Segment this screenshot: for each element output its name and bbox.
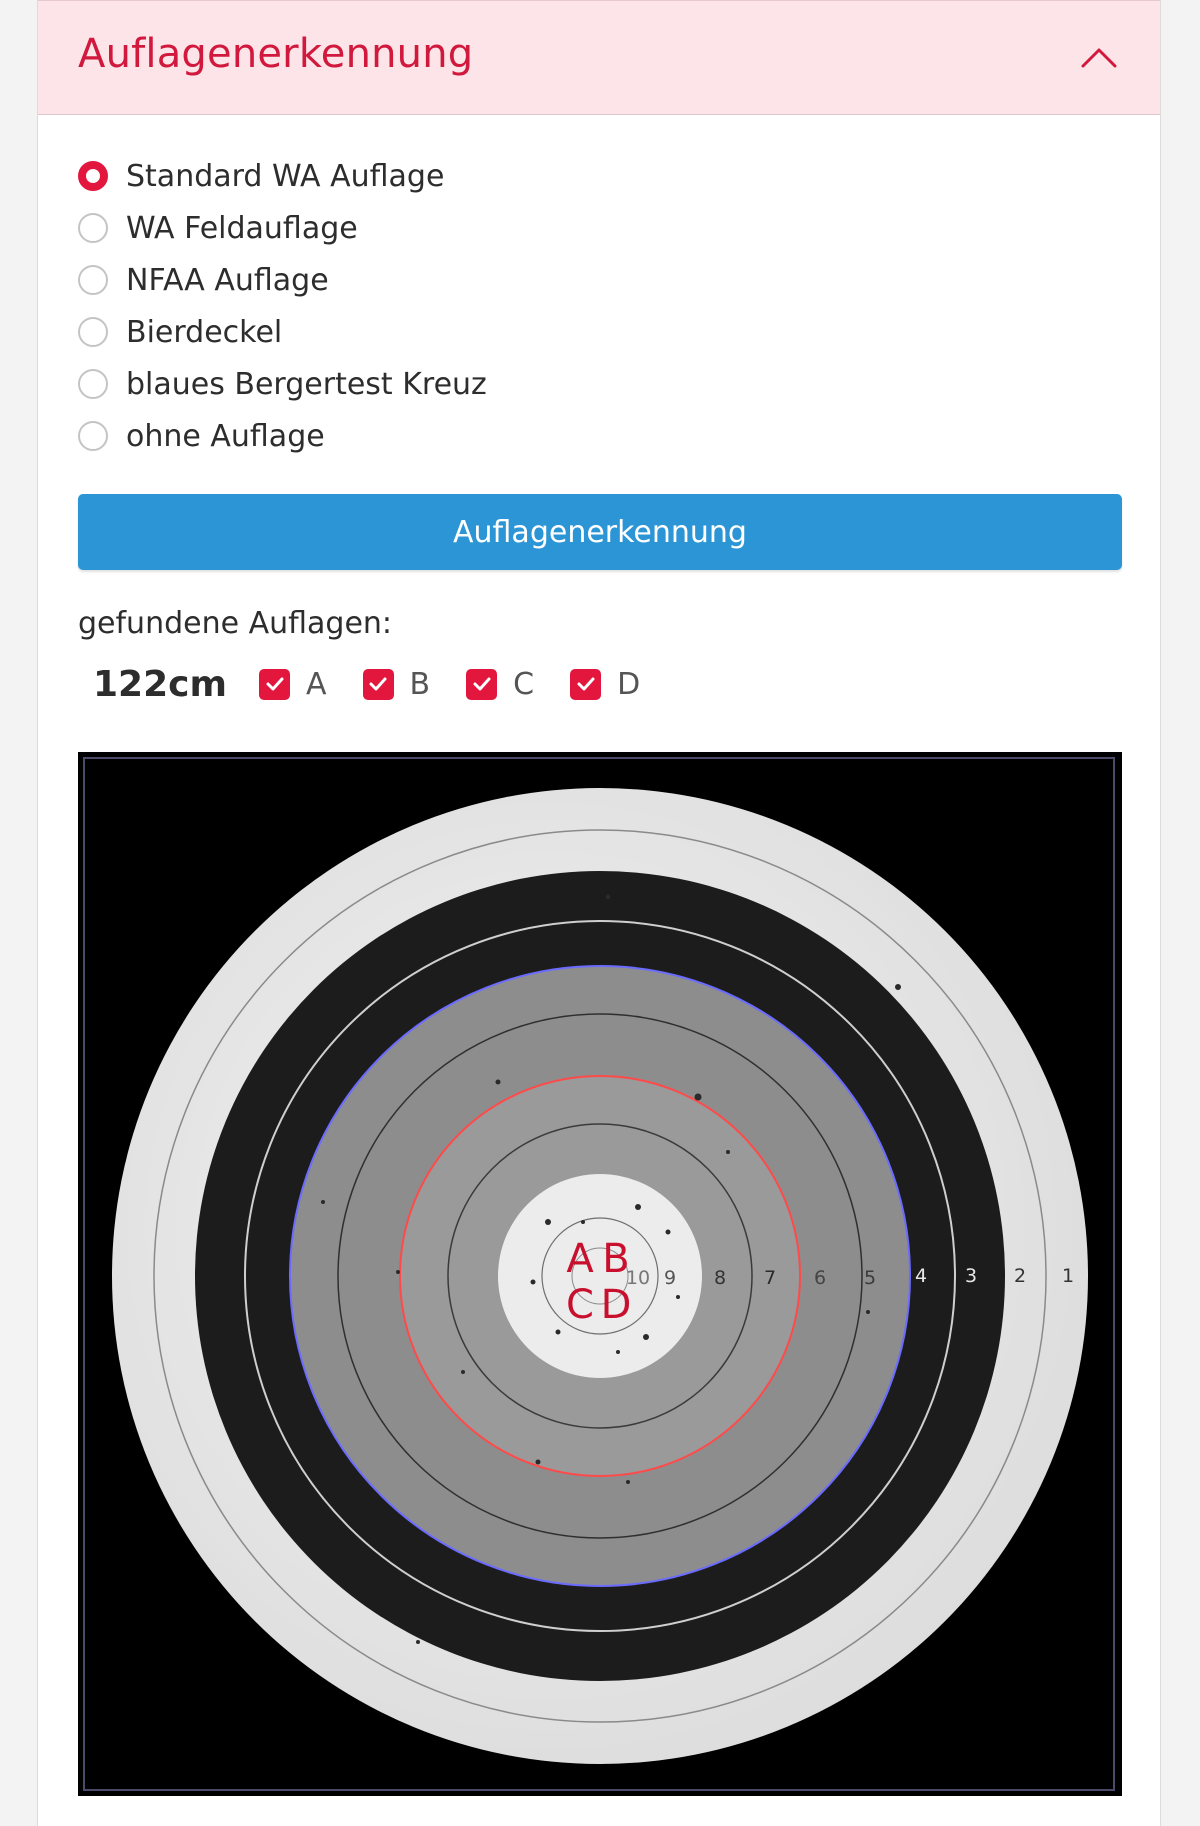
radio-button[interactable] (78, 265, 108, 295)
option-no-target[interactable]: ohne Auflage (78, 410, 487, 462)
target-a-checkbox[interactable]: A (259, 667, 327, 702)
ring-number: 6 (814, 1267, 826, 1289)
ring-number: 1 (1062, 1265, 1074, 1287)
checkbox-label: A (306, 666, 327, 702)
target-face-graphic: 10 9 8 7 6 5 4 3 2 1 A B C D (83, 757, 1115, 1791)
ring-number: 9 (664, 1267, 676, 1289)
target-detection-card: Auflagenerkennung Standard WA Auflage WA… (37, 0, 1161, 1826)
ring-number: 7 (764, 1267, 776, 1289)
target-type-radio-group: Standard WA Auflage WA Feldauflage NFAA … (78, 150, 487, 462)
option-label: blaues Bergertest Kreuz (126, 366, 487, 402)
target-c-checkbox[interactable]: C (466, 667, 534, 702)
option-standard-wa[interactable]: Standard WA Auflage (78, 150, 487, 202)
chevron-up-icon[interactable] (1077, 36, 1121, 80)
radio-button[interactable] (78, 161, 108, 191)
panel-title: Auflagenerkennung (78, 31, 474, 77)
found-targets-label: gefundene Auflagen: (78, 606, 393, 641)
found-targets-row: 122cm A B C D (93, 660, 676, 708)
option-label: ohne Auflage (126, 418, 325, 454)
ring-number: 5 (864, 1267, 876, 1289)
check-icon[interactable] (570, 668, 602, 700)
checkbox-label: C (513, 666, 535, 702)
option-label: Standard WA Auflage (126, 158, 445, 194)
target-size-label: 122cm (93, 663, 227, 705)
card-header[interactable]: Auflagenerkennung (38, 0, 1160, 115)
target-marker-a: A (566, 1236, 594, 1282)
check-icon[interactable] (466, 668, 498, 700)
target-marker-d: D (601, 1282, 632, 1328)
detect-targets-button[interactable]: Auflagenerkennung (78, 494, 1122, 570)
option-bergertest-cross[interactable]: blaues Bergertest Kreuz (78, 358, 487, 410)
target-d-checkbox[interactable]: D (570, 667, 640, 702)
radio-button[interactable] (78, 317, 108, 347)
radio-button[interactable] (78, 369, 108, 399)
option-label: NFAA Auflage (126, 262, 329, 298)
target-b-checkbox[interactable]: B (362, 666, 431, 702)
option-nfaa[interactable]: NFAA Auflage (78, 254, 487, 306)
option-label: Bierdeckel (126, 314, 283, 350)
ring-number: 2 (1014, 1265, 1026, 1287)
ring-number: 4 (915, 1265, 927, 1287)
checkbox-label: B (409, 666, 431, 702)
target-image[interactable]: 10 9 8 7 6 5 4 3 2 1 A B C D (78, 752, 1122, 1796)
check-icon[interactable] (362, 668, 394, 700)
radio-button[interactable] (78, 421, 108, 451)
option-label: WA Feldauflage (126, 210, 358, 246)
checkbox-label: D (617, 666, 641, 702)
option-wa-field[interactable]: WA Feldauflage (78, 202, 487, 254)
radio-button[interactable] (78, 213, 108, 243)
ring-number: 3 (965, 1265, 977, 1287)
ring-number: 8 (714, 1267, 726, 1289)
target-marker-b: B (602, 1236, 629, 1282)
target-marker-c: C (566, 1282, 594, 1328)
option-bierdeckel[interactable]: Bierdeckel (78, 306, 487, 358)
check-icon[interactable] (259, 668, 290, 700)
